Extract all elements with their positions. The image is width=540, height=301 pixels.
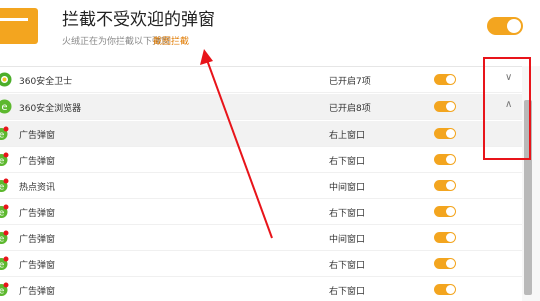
item-label: 广告弹窗 <box>19 287 56 297</box>
svg-text:e: e <box>0 183 5 193</box>
browser-popup-icon: e <box>0 256 9 271</box>
item-toggle[interactable] <box>434 180 456 191</box>
browser-popup-icon: e <box>0 204 9 219</box>
browser-popup-icon: e <box>0 152 9 167</box>
item-toggle[interactable] <box>434 232 456 243</box>
svg-text:e: e <box>0 235 5 245</box>
annotation-arrow-head <box>200 49 213 65</box>
item-toggle[interactable] <box>434 258 456 269</box>
item-label: 广告弹窗 <box>19 261 56 271</box>
360-browser-icon: e <box>0 99 12 114</box>
svg-text:e: e <box>0 157 5 167</box>
group-status: 已开启7项 <box>329 77 371 87</box>
group-label: 360安全浏览器 <box>19 104 82 114</box>
item-status: 中间窗口 <box>329 183 366 193</box>
list-item[interactable]: e 热点资讯 中间窗口 <box>0 173 522 199</box>
list-item[interactable]: e 广告弹窗 中间窗口 <box>0 225 522 251</box>
item-status: 右下窗口 <box>329 157 366 167</box>
browser-popup-icon: e <box>0 282 9 297</box>
svg-text:e: e <box>0 261 5 271</box>
browser-popup-icon: e <box>0 178 9 193</box>
browser-popup-icon: e <box>0 126 9 141</box>
group-row-360-guard[interactable]: 360安全卫士 已开启7项 ∨ <box>0 67 522 93</box>
screenshot-intercept-link[interactable]: 截图拦截 <box>153 34 189 47</box>
item-status: 右下窗口 <box>329 261 366 271</box>
item-toggle[interactable] <box>434 284 456 295</box>
svg-text:e: e <box>0 209 5 219</box>
item-label: 广告弹窗 <box>19 209 56 219</box>
group-toggle[interactable] <box>434 74 456 85</box>
item-label: 广告弹窗 <box>19 157 56 167</box>
group-status: 已开启8项 <box>329 104 371 114</box>
annotation-highlight-box <box>483 57 531 160</box>
item-label: 广告弹窗 <box>19 235 56 245</box>
list-item[interactable]: e 广告弹窗 右上窗口 <box>0 121 522 147</box>
item-toggle[interactable] <box>434 154 456 165</box>
page-title: 拦截不受欢迎的弹窗 <box>62 10 215 30</box>
browser-popup-icon: e <box>0 230 9 245</box>
svg-text:e: e <box>0 287 5 297</box>
group-toggle[interactable] <box>434 101 456 112</box>
list-item[interactable]: e 广告弹窗 右下窗口 <box>0 251 522 277</box>
item-toggle[interactable] <box>434 128 456 139</box>
item-status: 右上窗口 <box>329 131 366 141</box>
list-item[interactable]: e 广告弹窗 右下窗口 <box>0 147 522 173</box>
item-label: 广告弹窗 <box>19 131 56 141</box>
app-header-icon <box>0 8 38 44</box>
group-label: 360安全卫士 <box>19 77 73 87</box>
item-label: 热点资讯 <box>19 183 56 193</box>
group-row-360-browser[interactable]: e 360安全浏览器 已开启8项 ∧ <box>0 94 522 120</box>
svg-text:e: e <box>1 102 7 113</box>
360-guard-icon <box>0 72 12 87</box>
list-item[interactable]: e 广告弹窗 右下窗口 <box>0 199 522 225</box>
item-status: 右下窗口 <box>329 209 366 219</box>
list-item[interactable]: e 广告弹窗 右下窗口 <box>0 277 522 301</box>
item-status: 中间窗口 <box>329 235 366 245</box>
item-status: 右下窗口 <box>329 287 366 297</box>
svg-text:e: e <box>0 131 5 141</box>
master-toggle[interactable] <box>487 17 523 35</box>
item-toggle[interactable] <box>434 206 456 217</box>
